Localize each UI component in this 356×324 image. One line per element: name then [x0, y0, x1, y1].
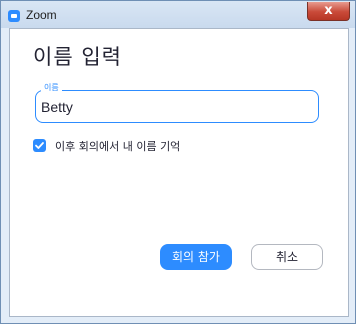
remember-name-label[interactable]: 이후 회의에서 내 이름 기억 [55, 138, 180, 154]
close-icon: x [324, 3, 333, 18]
join-meeting-button[interactable]: 회의 참가 [160, 244, 232, 270]
name-field-label: 이름 [41, 82, 62, 94]
zoom-window: Zoom x 이름 입력 이름 이후 회의에서 내 이름 기억 회의 참가 취소 [0, 0, 356, 324]
title-bar[interactable]: Zoom x [1, 1, 355, 28]
cancel-button[interactable]: 취소 [251, 244, 323, 270]
close-button[interactable]: x [307, 2, 350, 21]
page-title: 이름 입력 [33, 45, 122, 69]
name-dialog [9, 28, 349, 317]
remember-name-checkbox[interactable] [33, 139, 46, 152]
window-title: Zoom [26, 8, 57, 22]
name-input[interactable] [41, 97, 281, 117]
checkmark-icon [35, 142, 44, 149]
zoom-app-icon [8, 10, 20, 22]
